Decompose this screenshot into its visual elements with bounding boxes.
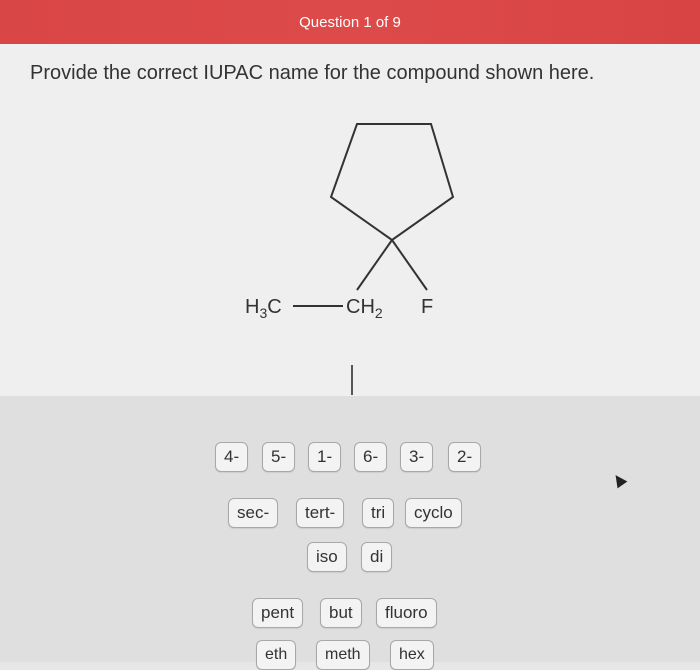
tile-locant-2[interactable]: 2- xyxy=(448,442,482,472)
tile-meth[interactable]: meth xyxy=(316,640,370,670)
tile-pent[interactable]: pent xyxy=(252,598,304,628)
tile-locant-1[interactable]: 1- xyxy=(308,442,342,472)
tile-locant-4[interactable]: 4- xyxy=(215,442,249,472)
tile-locant-3[interactable]: 3- xyxy=(400,442,434,472)
methylene-label: CH2 xyxy=(346,296,383,321)
tile-di[interactable]: di xyxy=(361,542,393,572)
tile-cyclo[interactable]: cyclo xyxy=(405,498,462,528)
cyclopentane-ring xyxy=(329,123,455,242)
tile-tert[interactable]: tert- xyxy=(296,498,345,528)
tile-but[interactable]: but xyxy=(320,598,362,628)
answer-text-cursor xyxy=(351,365,353,395)
methyl-label: H3C xyxy=(245,296,282,321)
tile-eth[interactable]: eth xyxy=(256,640,297,670)
tile-tri[interactable]: tri xyxy=(362,498,395,528)
tile-iso[interactable]: iso xyxy=(307,542,347,572)
tile-fluoro[interactable]: fluoro xyxy=(376,598,437,628)
tile-locant-5[interactable]: 5- xyxy=(262,442,296,472)
molecule-drawing: H3C CH2 F xyxy=(245,123,455,321)
tile-sec[interactable]: sec- xyxy=(228,498,279,528)
tile-hex[interactable]: hex xyxy=(390,640,434,670)
bond-to-fluorine xyxy=(391,239,428,291)
bond-to-ethyl xyxy=(356,239,393,291)
fluorine-label: F xyxy=(421,296,433,318)
tile-locant-6[interactable]: 6- xyxy=(354,442,388,472)
